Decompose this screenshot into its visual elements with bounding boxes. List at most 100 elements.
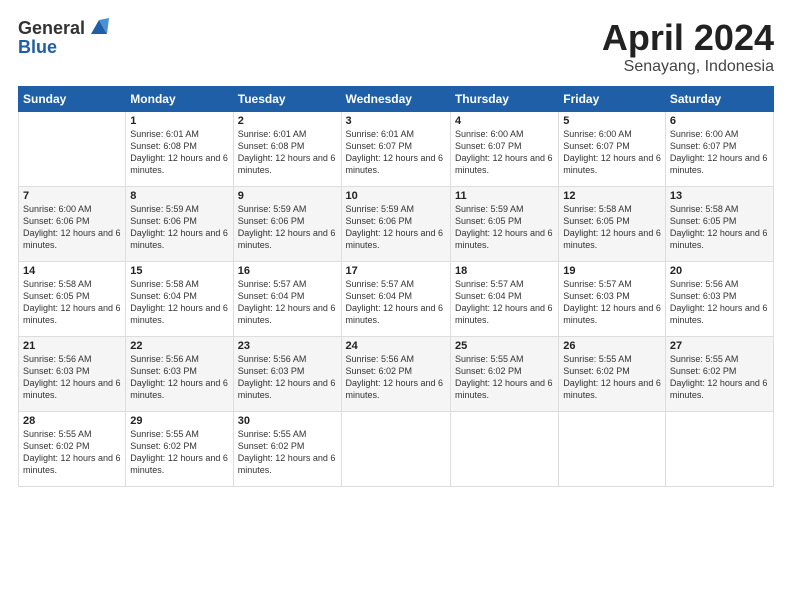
table-row: 29Sunrise: 5:55 AMSunset: 6:02 PMDayligh… [126,411,233,486]
table-row: 9Sunrise: 5:59 AMSunset: 6:06 PMDaylight… [233,186,341,261]
page: General Blue April 2024 Senayang, Indone… [0,0,792,499]
table-row: 21Sunrise: 5:56 AMSunset: 6:03 PMDayligh… [19,336,126,411]
day-info: Sunrise: 5:58 AMSunset: 6:05 PMDaylight:… [563,203,661,252]
table-row: 12Sunrise: 5:58 AMSunset: 6:05 PMDayligh… [559,186,666,261]
day-info: Sunrise: 5:58 AMSunset: 6:05 PMDaylight:… [23,278,121,327]
table-row: 23Sunrise: 5:56 AMSunset: 6:03 PMDayligh… [233,336,341,411]
day-info: Sunrise: 6:01 AMSunset: 6:07 PMDaylight:… [346,128,446,177]
day-number: 2 [238,115,337,127]
table-row: 4Sunrise: 6:00 AMSunset: 6:07 PMDaylight… [450,111,558,186]
day-number: 16 [238,265,337,277]
day-number: 20 [670,265,769,277]
day-number: 28 [23,415,121,427]
table-row [19,111,126,186]
table-row [450,411,558,486]
day-info: Sunrise: 5:56 AMSunset: 6:02 PMDaylight:… [346,353,446,402]
table-row [559,411,666,486]
table-row [341,411,450,486]
day-number: 12 [563,190,661,202]
day-info: Sunrise: 5:55 AMSunset: 6:02 PMDaylight:… [455,353,554,402]
day-number: 4 [455,115,554,127]
table-row: 17Sunrise: 5:57 AMSunset: 6:04 PMDayligh… [341,261,450,336]
day-info: Sunrise: 5:56 AMSunset: 6:03 PMDaylight:… [238,353,337,402]
table-row: 20Sunrise: 5:56 AMSunset: 6:03 PMDayligh… [665,261,773,336]
table-row: 16Sunrise: 5:57 AMSunset: 6:04 PMDayligh… [233,261,341,336]
table-row: 5Sunrise: 6:00 AMSunset: 6:07 PMDaylight… [559,111,666,186]
day-number: 27 [670,340,769,352]
table-row: 19Sunrise: 5:57 AMSunset: 6:03 PMDayligh… [559,261,666,336]
day-number: 29 [130,415,228,427]
day-info: Sunrise: 5:55 AMSunset: 6:02 PMDaylight:… [23,428,121,477]
header-friday: Friday [559,86,666,111]
day-number: 24 [346,340,446,352]
day-info: Sunrise: 5:56 AMSunset: 6:03 PMDaylight:… [23,353,121,402]
day-info: Sunrise: 5:56 AMSunset: 6:03 PMDaylight:… [670,278,769,327]
day-number: 7 [23,190,121,202]
table-row: 15Sunrise: 5:58 AMSunset: 6:04 PMDayligh… [126,261,233,336]
table-row: 25Sunrise: 5:55 AMSunset: 6:02 PMDayligh… [450,336,558,411]
calendar-row: 7Sunrise: 6:00 AMSunset: 6:06 PMDaylight… [19,186,774,261]
day-number: 26 [563,340,661,352]
weekday-header-row: Sunday Monday Tuesday Wednesday Thursday… [19,86,774,111]
header-monday: Monday [126,86,233,111]
table-row [665,411,773,486]
logo-blue: Blue [18,38,111,56]
day-info: Sunrise: 5:55 AMSunset: 6:02 PMDaylight:… [238,428,337,477]
table-row: 14Sunrise: 5:58 AMSunset: 6:05 PMDayligh… [19,261,126,336]
header-tuesday: Tuesday [233,86,341,111]
day-info: Sunrise: 5:55 AMSunset: 6:02 PMDaylight:… [563,353,661,402]
day-info: Sunrise: 6:01 AMSunset: 6:08 PMDaylight:… [238,128,337,177]
day-number: 25 [455,340,554,352]
day-info: Sunrise: 5:55 AMSunset: 6:02 PMDaylight:… [130,428,228,477]
calendar-row: 21Sunrise: 5:56 AMSunset: 6:03 PMDayligh… [19,336,774,411]
table-row: 11Sunrise: 5:59 AMSunset: 6:05 PMDayligh… [450,186,558,261]
day-number: 8 [130,190,228,202]
day-info: Sunrise: 5:59 AMSunset: 6:06 PMDaylight:… [346,203,446,252]
day-info: Sunrise: 6:00 AMSunset: 6:07 PMDaylight:… [455,128,554,177]
header-wednesday: Wednesday [341,86,450,111]
month-title: April 2024 [602,18,774,58]
table-row: 28Sunrise: 5:55 AMSunset: 6:02 PMDayligh… [19,411,126,486]
header-sunday: Sunday [19,86,126,111]
day-number: 22 [130,340,228,352]
day-number: 21 [23,340,121,352]
table-row: 7Sunrise: 6:00 AMSunset: 6:06 PMDaylight… [19,186,126,261]
table-row: 1Sunrise: 6:01 AMSunset: 6:08 PMDaylight… [126,111,233,186]
table-row: 10Sunrise: 5:59 AMSunset: 6:06 PMDayligh… [341,186,450,261]
day-number: 5 [563,115,661,127]
table-row: 26Sunrise: 5:55 AMSunset: 6:02 PMDayligh… [559,336,666,411]
day-info: Sunrise: 6:00 AMSunset: 6:07 PMDaylight:… [670,128,769,177]
calendar-row: 14Sunrise: 5:58 AMSunset: 6:05 PMDayligh… [19,261,774,336]
header-saturday: Saturday [665,86,773,111]
day-info: Sunrise: 5:59 AMSunset: 6:06 PMDaylight:… [130,203,228,252]
day-number: 3 [346,115,446,127]
header-area: General Blue April 2024 Senayang, Indone… [18,18,774,76]
table-row: 22Sunrise: 5:56 AMSunset: 6:03 PMDayligh… [126,336,233,411]
logo-text: General Blue [18,18,111,56]
day-number: 9 [238,190,337,202]
day-number: 19 [563,265,661,277]
day-info: Sunrise: 5:57 AMSunset: 6:04 PMDaylight:… [346,278,446,327]
table-row: 27Sunrise: 5:55 AMSunset: 6:02 PMDayligh… [665,336,773,411]
day-number: 17 [346,265,446,277]
day-number: 13 [670,190,769,202]
day-info: Sunrise: 5:58 AMSunset: 6:05 PMDaylight:… [670,203,769,252]
day-info: Sunrise: 6:00 AMSunset: 6:07 PMDaylight:… [563,128,661,177]
day-number: 10 [346,190,446,202]
calendar-row: 1 Sunrise: 6:01 AMSunset: 6:08 PMDaylight… [19,111,774,186]
logo-general: General [18,19,85,37]
day-number: 6 [670,115,769,127]
table-row: 2Sunrise: 6:01 AMSunset: 6:08 PMDaylight… [233,111,341,186]
day-number: 30 [238,415,337,427]
day-info: Sunrise: 5:57 AMSunset: 6:03 PMDaylight:… [563,278,661,327]
day-number: 1 [130,115,228,127]
day-info: Sunrise: 5:59 AMSunset: 6:05 PMDaylight:… [455,203,554,252]
table-row: 3Sunrise: 6:01 AMSunset: 6:07 PMDaylight… [341,111,450,186]
day-number: 23 [238,340,337,352]
day-info: Sunrise: 5:57 AMSunset: 6:04 PMDaylight:… [238,278,337,327]
table-row: 30Sunrise: 5:55 AMSunset: 6:02 PMDayligh… [233,411,341,486]
table-row: 6Sunrise: 6:00 AMSunset: 6:07 PMDaylight… [665,111,773,186]
day-info: Sunrise: 5:59 AMSunset: 6:06 PMDaylight:… [238,203,337,252]
day-info: Sunrise: 5:56 AMSunset: 6:03 PMDaylight:… [130,353,228,402]
title-area: April 2024 Senayang, Indonesia [602,18,774,76]
